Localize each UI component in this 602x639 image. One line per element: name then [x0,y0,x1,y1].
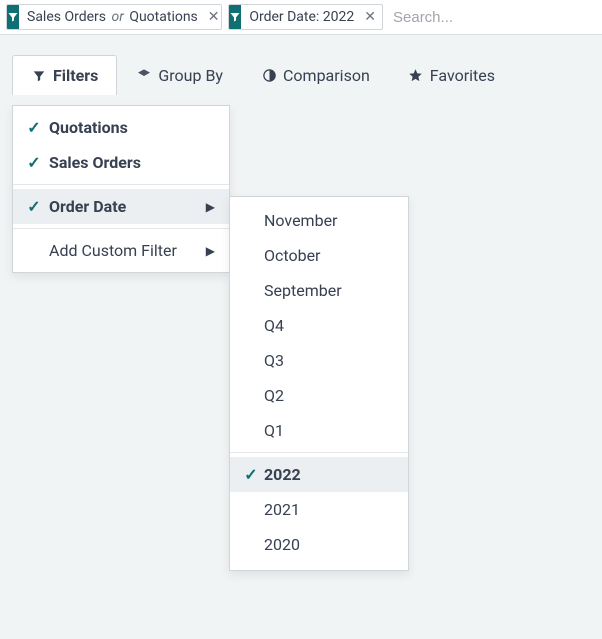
date-option-october[interactable]: October [230,238,408,273]
chevron-right-icon: ▶ [206,244,215,258]
filter-item-sales-orders[interactable]: ✓ Sales Orders [13,145,229,180]
filter-tabs: Filters Group By Comparison Favorites [0,55,602,95]
search-bar: Sales Orders or Quotations ✕ Order Date:… [0,0,602,35]
tab-group-by[interactable]: Group By [117,55,242,95]
option-label: 2020 [264,535,300,554]
check-icon: ✓ [27,118,41,137]
facet-part: Sales Orders [27,9,106,25]
filter-facet-order-date[interactable]: Order Date: 2022 ✕ [228,4,383,30]
facet-label: Order Date: 2022 [241,9,362,25]
tab-label: Comparison [283,66,370,85]
order-date-submenu: November October September Q4 Q3 Q2 Q1 ✓… [229,196,409,571]
option-label: November [264,211,337,230]
star-icon [408,68,424,84]
contrast-icon [261,68,277,84]
filter-item-quotations[interactable]: ✓ Quotations [13,110,229,145]
funnel-icon [7,5,19,29]
separator [13,228,229,229]
funnel-icon [229,5,241,29]
tab-label: Group By [158,66,223,85]
date-option-2022[interactable]: ✓ 2022 [230,457,408,492]
tab-label: Filters [53,66,98,85]
option-label: Q1 [264,421,284,440]
layers-icon [136,68,152,84]
tab-comparison[interactable]: Comparison [242,55,389,95]
date-option-q1[interactable]: Q1 [230,413,408,448]
check-icon: ✓ [27,153,41,172]
search-input[interactable] [389,7,596,28]
option-label: Q4 [264,316,284,335]
filter-item-order-date[interactable]: ✓ Order Date ▶ [13,189,229,224]
separator [13,184,229,185]
tab-label: Favorites [430,66,495,85]
date-option-november[interactable]: November [230,203,408,238]
chevron-right-icon: ▶ [206,200,215,214]
item-label: Quotations [49,118,215,137]
option-label: Q2 [264,386,284,405]
close-icon[interactable]: ✕ [206,10,222,24]
facet-or: or [111,9,123,25]
funnel-icon [31,68,47,84]
option-label: September [264,281,342,300]
check-icon: ✓ [27,197,41,216]
option-label: October [264,246,320,265]
check-icon: ✓ [244,465,258,484]
date-option-2020[interactable]: 2020 [230,527,408,562]
date-option-2021[interactable]: 2021 [230,492,408,527]
date-option-september[interactable]: September [230,273,408,308]
filter-item-add-custom[interactable]: Add Custom Filter ▶ [13,233,229,268]
option-label: 2021 [264,500,300,519]
separator [230,452,408,453]
facet-part: Quotations [129,9,197,25]
close-icon[interactable]: ✕ [362,10,382,24]
tab-favorites[interactable]: Favorites [389,55,514,95]
date-option-q4[interactable]: Q4 [230,308,408,343]
option-label: 2022 [264,465,301,484]
filter-facet-sales-quotations[interactable]: Sales Orders or Quotations ✕ [6,4,222,30]
option-label: Q3 [264,351,284,370]
date-option-q2[interactable]: Q2 [230,378,408,413]
filters-dropdown: ✓ Quotations ✓ Sales Orders ✓ Order Date… [12,105,230,273]
facet-label: Sales Orders or Quotations [19,9,206,25]
item-label: Order Date [49,197,198,216]
date-option-q3[interactable]: Q3 [230,343,408,378]
item-label: Sales Orders [49,153,215,172]
tab-filters[interactable]: Filters [12,55,117,95]
item-label: Add Custom Filter [49,241,198,260]
